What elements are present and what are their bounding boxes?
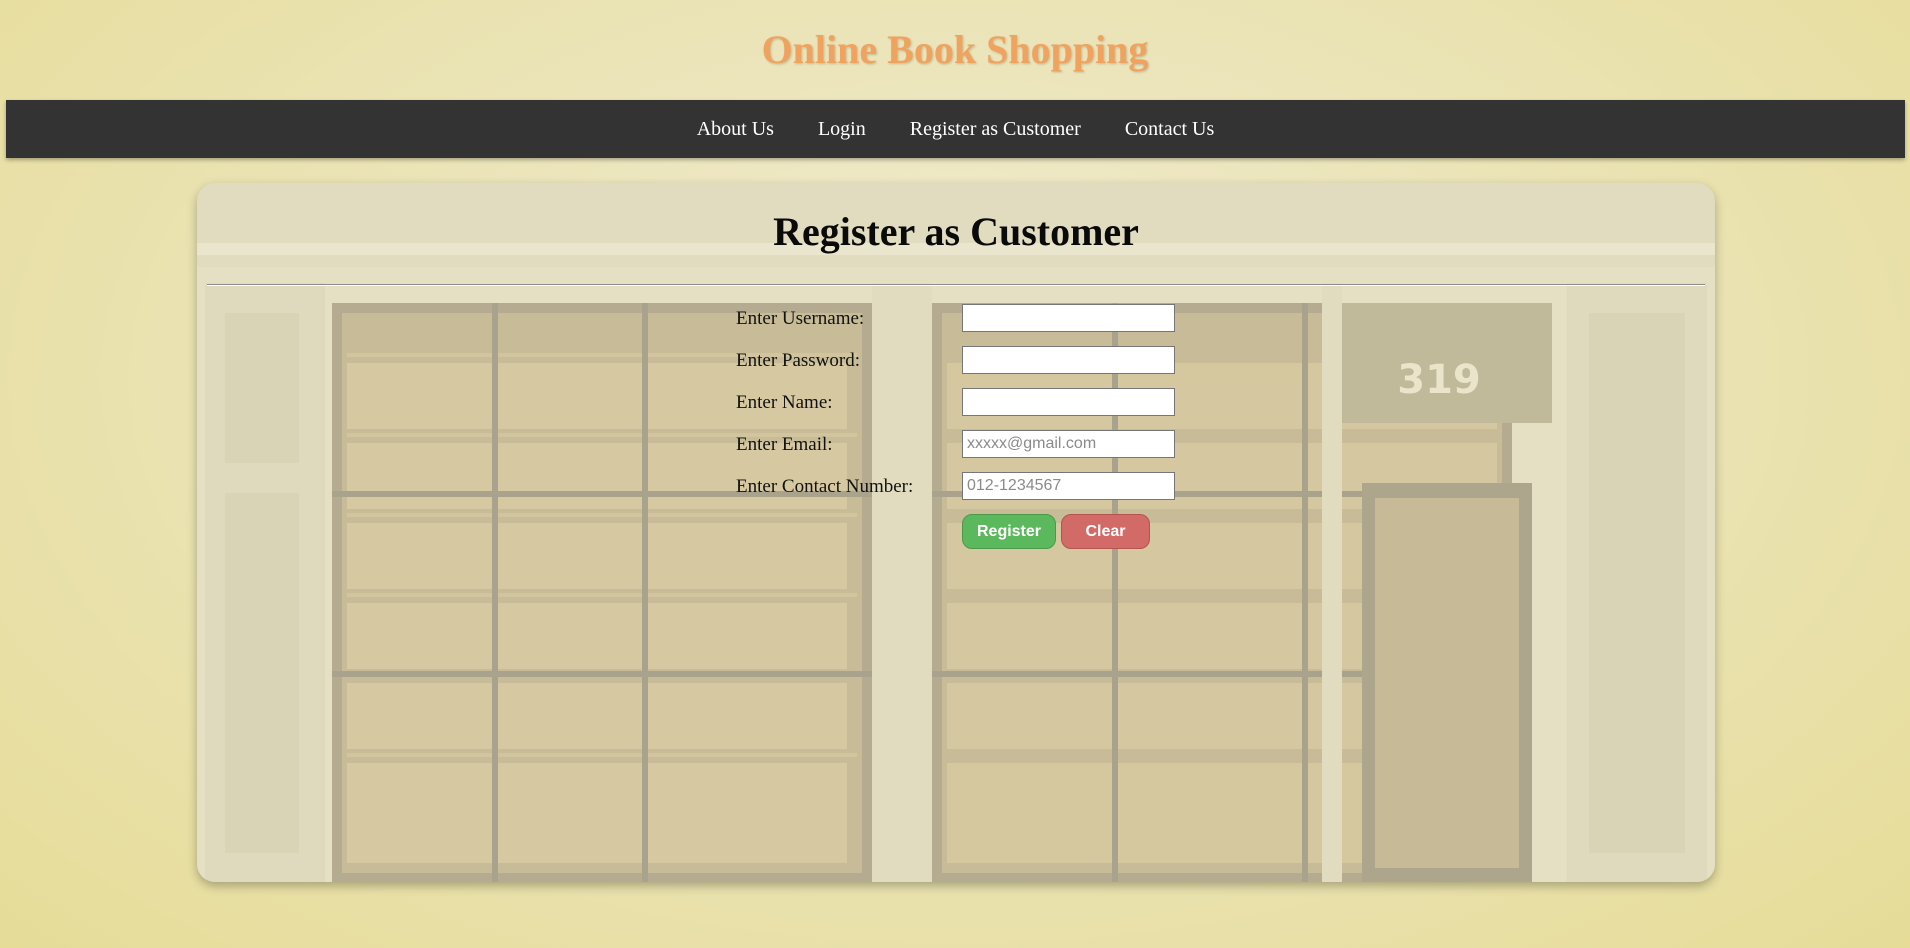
name-input[interactable] [962, 388, 1175, 416]
nav-item-login[interactable]: Login [796, 100, 888, 158]
site-title: Online Book Shopping [761, 27, 1149, 72]
title-divider [207, 284, 1705, 286]
form-actions: Register Clear [197, 514, 1715, 550]
password-label: Enter Password: [736, 350, 861, 371]
email-row: Enter Email: [736, 430, 1196, 460]
name-row: Enter Name: [736, 388, 1196, 418]
name-label: Enter Name: [736, 392, 833, 413]
clear-button[interactable]: Clear [1061, 514, 1150, 549]
main-navbar: About Us Login Register as Customer Cont… [6, 100, 1905, 158]
contact-number-input[interactable] [962, 472, 1175, 500]
email-label: Enter Email: [736, 434, 833, 455]
contact-number-row: Enter Contact Number: [736, 472, 1196, 502]
username-row: Enter Username: [736, 304, 1196, 334]
nav-item-register-as-customer[interactable]: Register as Customer [888, 100, 1103, 158]
password-row: Enter Password: [736, 346, 1196, 376]
register-button[interactable]: Register [962, 514, 1056, 549]
username-input[interactable] [962, 304, 1175, 332]
form-title: Register as Customer [773, 209, 1139, 254]
password-input[interactable] [962, 346, 1175, 374]
email-input[interactable] [962, 430, 1175, 458]
username-label: Enter Username: [736, 308, 865, 329]
nav-item-about-us[interactable]: About Us [675, 100, 796, 158]
nav-item-contact-us[interactable]: Contact Us [1103, 100, 1236, 158]
contact-number-label: Enter Contact Number: [736, 476, 914, 497]
registration-panel: 319 Register as Customer Enter Username:… [197, 183, 1715, 882]
